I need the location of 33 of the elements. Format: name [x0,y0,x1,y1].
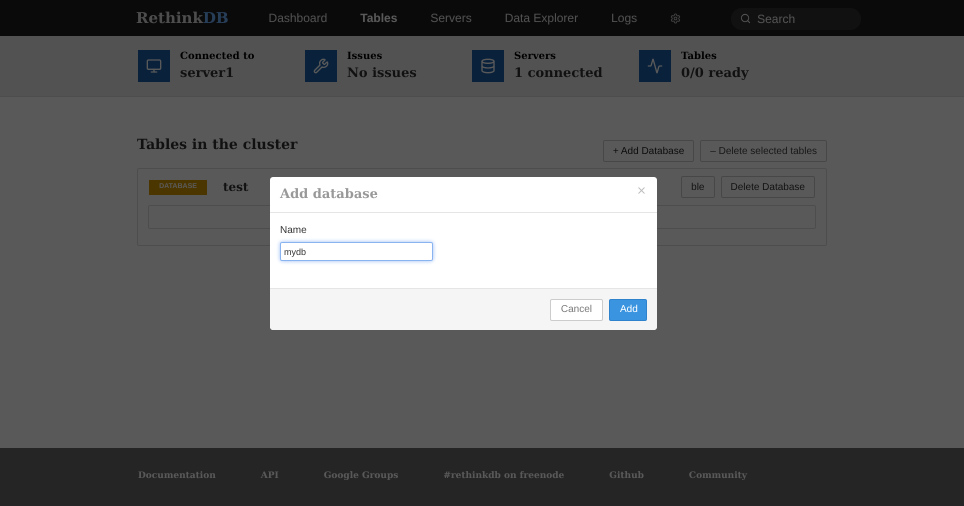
database-button[interactable]: ble [681,176,714,198]
nav-link[interactable]: Servers [430,9,472,27]
field-label: Name [280,224,308,238]
database-icon [480,58,496,74]
monitor-icon [146,58,162,74]
stat-label: Connected to [180,50,254,64]
nav-link[interactable]: Data Explorer [504,9,578,27]
stat-label: Issues [347,50,384,64]
add-button[interactable]: Add [609,298,647,320]
stat-label: Tables [681,50,718,64]
search-icon [740,13,752,24]
pulse-icon [647,58,663,74]
close-icon[interactable] [636,185,647,196]
stat-value: server1 [180,64,236,83]
dialog-title: Add database [280,186,378,204]
nav-link[interactable]: Logs [611,9,638,27]
nav-link[interactable]: Dashboard [268,9,328,27]
stat-value: No issues [347,64,417,83]
stat-value: 0/0 ready [681,64,749,83]
stat-label: Servers [514,50,557,64]
cancel-button[interactable]: Cancel [550,298,603,320]
settings-icon[interactable] [670,12,682,24]
name-input[interactable]: mydb [280,242,433,261]
database-name: test [223,179,248,196]
toolbar-button[interactable]: – Delete selected tables [700,140,827,162]
wrench-icon [313,58,329,74]
search-field[interactable]: Search [731,8,862,30]
section-title: Tables in the cluster [137,136,298,155]
stat-value: 1 connected [514,64,603,83]
nav-link[interactable]: Tables [360,9,398,27]
toolbar-button[interactable]: + Add Database [602,140,694,162]
database-button[interactable]: Delete Database [720,176,815,198]
logo[interactable]: RethinkDB [136,6,229,30]
